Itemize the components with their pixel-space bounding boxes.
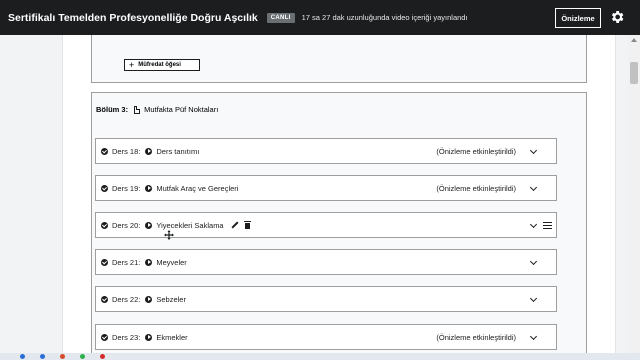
pencil-icon[interactable] (231, 221, 239, 229)
os-taskbar (0, 353, 640, 360)
lecture-row[interactable]: Ders 18: Ders tanıtımı (Önizleme etkinleşt… (95, 138, 557, 164)
lecture-title[interactable]: Yiyecekleri Saklama (156, 221, 223, 230)
live-badge: CANLI (266, 12, 295, 23)
check-circle-icon (101, 333, 108, 341)
section-label: Bölüm 3: (96, 105, 129, 114)
lecture-label: Ders 21: (112, 257, 141, 267)
scroll-up-icon[interactable] (631, 38, 637, 42)
play-circle-icon (145, 295, 153, 303)
lecture-label: Ders 20: (112, 220, 141, 230)
previous-section: + Müfredat öğesi (91, 35, 587, 83)
lecture-row[interactable]: Ders 19: Mutfak Araç ve Gereçleri (Önizlem… (95, 175, 557, 201)
taskbar-app-icon[interactable] (100, 354, 105, 359)
check-circle-icon (101, 295, 108, 303)
preview-enabled-note: (Önizleme etkinleştirildi) (436, 332, 516, 342)
add-curriculum-item-button[interactable]: + Müfredat öğesi (124, 59, 200, 71)
chevron-down-icon[interactable] (529, 294, 538, 303)
check-circle-icon (101, 258, 108, 266)
page-scrollbar[interactable] (628, 35, 640, 353)
chevron-down-icon[interactable] (529, 257, 538, 266)
preview-button[interactable]: Önizleme (555, 8, 601, 28)
drag-handle-icon[interactable] (543, 222, 552, 229)
play-circle-icon (145, 184, 153, 192)
preview-enabled-note: (Önizleme etkinleştirildi) (436, 183, 516, 193)
file-icon (134, 105, 141, 114)
taskbar-app-icon[interactable] (60, 354, 65, 359)
section-header: Bölüm 3: Mutfakta Püf Noktaları (96, 105, 218, 114)
taskbar-app-icon[interactable] (40, 354, 45, 359)
play-circle-icon (145, 221, 153, 229)
taskbar-app-icon[interactable] (80, 354, 85, 359)
play-circle-icon (145, 147, 153, 155)
check-circle-icon (101, 221, 108, 229)
curriculum-panel: + Müfredat öğesi Bölüm 3: Mutfakta Püf N… (62, 35, 616, 353)
lecture-label: Ders 22: (112, 294, 141, 304)
lecture-label: Ders 19: (112, 183, 141, 193)
section-title[interactable]: Mutfakta Püf Noktaları (144, 105, 218, 114)
scrollbar-thumb[interactable] (630, 62, 638, 84)
lecture-label: Ders 23: (112, 332, 141, 342)
lecture-title[interactable]: Sebzeler (156, 295, 186, 304)
course-title: Sertifikalı Temelden Profesyonelliğe Doğ… (8, 11, 258, 24)
curriculum-editor: + Müfredat öğesi Bölüm 3: Mutfakta Püf N… (0, 35, 628, 353)
lecture-title[interactable]: Mutfak Araç ve Gereçleri (156, 184, 238, 193)
play-circle-icon (145, 333, 153, 341)
top-bar: Sertifikalı Temelden Profesyonelliğe Doğ… (0, 0, 640, 35)
chevron-down-icon[interactable] (529, 220, 538, 229)
add-curriculum-item-label: Müfredat öğesi (138, 62, 181, 68)
taskbar-app-icon[interactable] (20, 354, 25, 359)
publish-status-text: 17 sa 27 dak uzunluğunda video içeriği y… (301, 13, 468, 22)
lecture-title[interactable]: Ekmekler (156, 333, 187, 342)
gear-icon[interactable] (609, 9, 625, 25)
lecture-row[interactable]: Ders 22: Sebzeler (95, 286, 557, 312)
lecture-row[interactable]: Ders 23: Ekmekler (Önizleme etkinleştirild… (95, 324, 557, 350)
lecture-row[interactable]: Ders 21: Meyveler (95, 249, 557, 275)
lecture-title[interactable]: Ders tanıtımı (156, 147, 199, 156)
play-circle-icon (145, 258, 153, 266)
lecture-title[interactable]: Meyveler (156, 258, 186, 267)
chevron-down-icon[interactable] (529, 332, 538, 341)
plus-icon: + (129, 59, 135, 70)
trash-icon[interactable] (243, 221, 251, 229)
lecture-label: Ders 18: (112, 146, 141, 156)
chevron-down-icon[interactable] (529, 183, 538, 192)
check-circle-icon (101, 147, 108, 155)
preview-enabled-note: (Önizleme etkinleştirildi) (436, 146, 516, 156)
check-circle-icon (101, 184, 108, 192)
move-cursor-icon (164, 230, 174, 240)
chevron-down-icon[interactable] (529, 146, 538, 155)
